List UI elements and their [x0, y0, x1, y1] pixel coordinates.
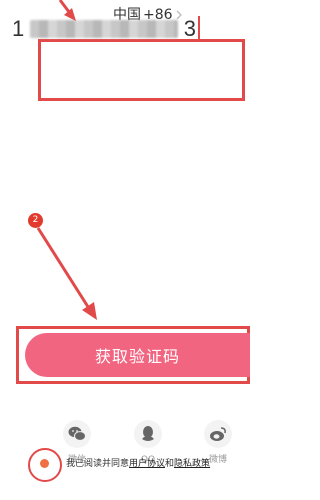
- get-code-button[interactable]: 获取验证码: [25, 333, 250, 377]
- annotation-step-badge: 2: [28, 213, 43, 228]
- wechat-icon: [63, 420, 91, 448]
- phone-last-digit: 3: [183, 16, 196, 41]
- agreement-text: 我已阅读并同意用户协议和隐私政策: [66, 457, 210, 471]
- annotation-arrowhead-mid: [82, 302, 97, 320]
- agreement-prefix: 我已阅读并同意: [66, 459, 130, 469]
- phone-input-highlight: [38, 39, 245, 101]
- phone-first-digit: 1: [12, 16, 25, 41]
- weibo-icon: [204, 420, 232, 448]
- privacy-policy-link[interactable]: 隐私政策: [174, 459, 210, 469]
- phone-input[interactable]: 1 3: [12, 12, 200, 46]
- text-caret: [198, 16, 200, 42]
- user-agreement-link[interactable]: 用户协议: [129, 459, 165, 469]
- qq-icon: [134, 420, 162, 448]
- agreement-and: 和: [165, 459, 175, 469]
- phone-masked-digits: [30, 20, 178, 38]
- agreement-checkbox[interactable]: [40, 459, 49, 468]
- agreement-row: 我已阅读并同意用户协议和隐私政策: [28, 448, 250, 482]
- annotation-arrow-mid: [36, 227, 92, 311]
- login-page: 中国 +86 1 3 2 获取验证码 微信 QQ 微博 我已阅读并同意用户协议和…: [0, 0, 250, 500]
